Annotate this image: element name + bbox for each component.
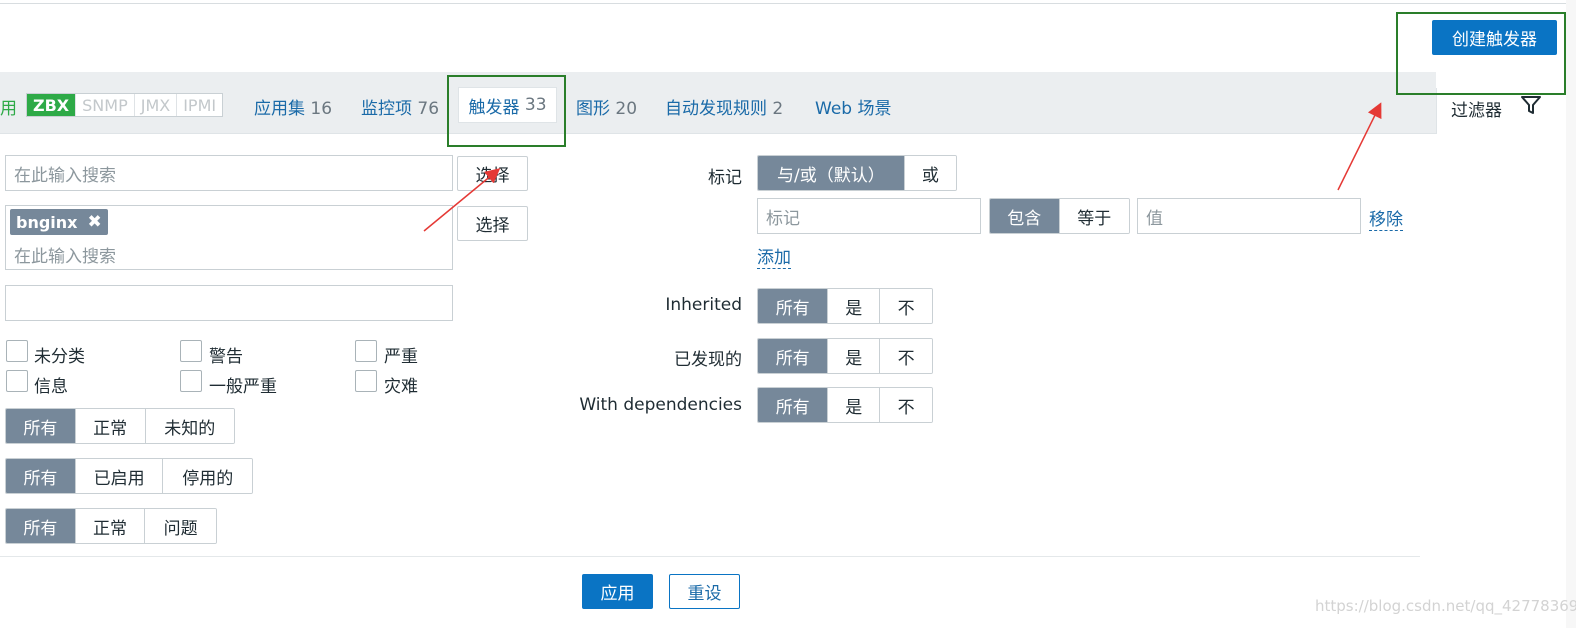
watermark: https://blog.csdn.net/qq_42778369 <box>1315 597 1576 615</box>
arrow-to-create-button <box>1337 102 1382 191</box>
arrow-to-triggers-tab <box>423 168 501 232</box>
annotation-arrows <box>423 102 1382 232</box>
